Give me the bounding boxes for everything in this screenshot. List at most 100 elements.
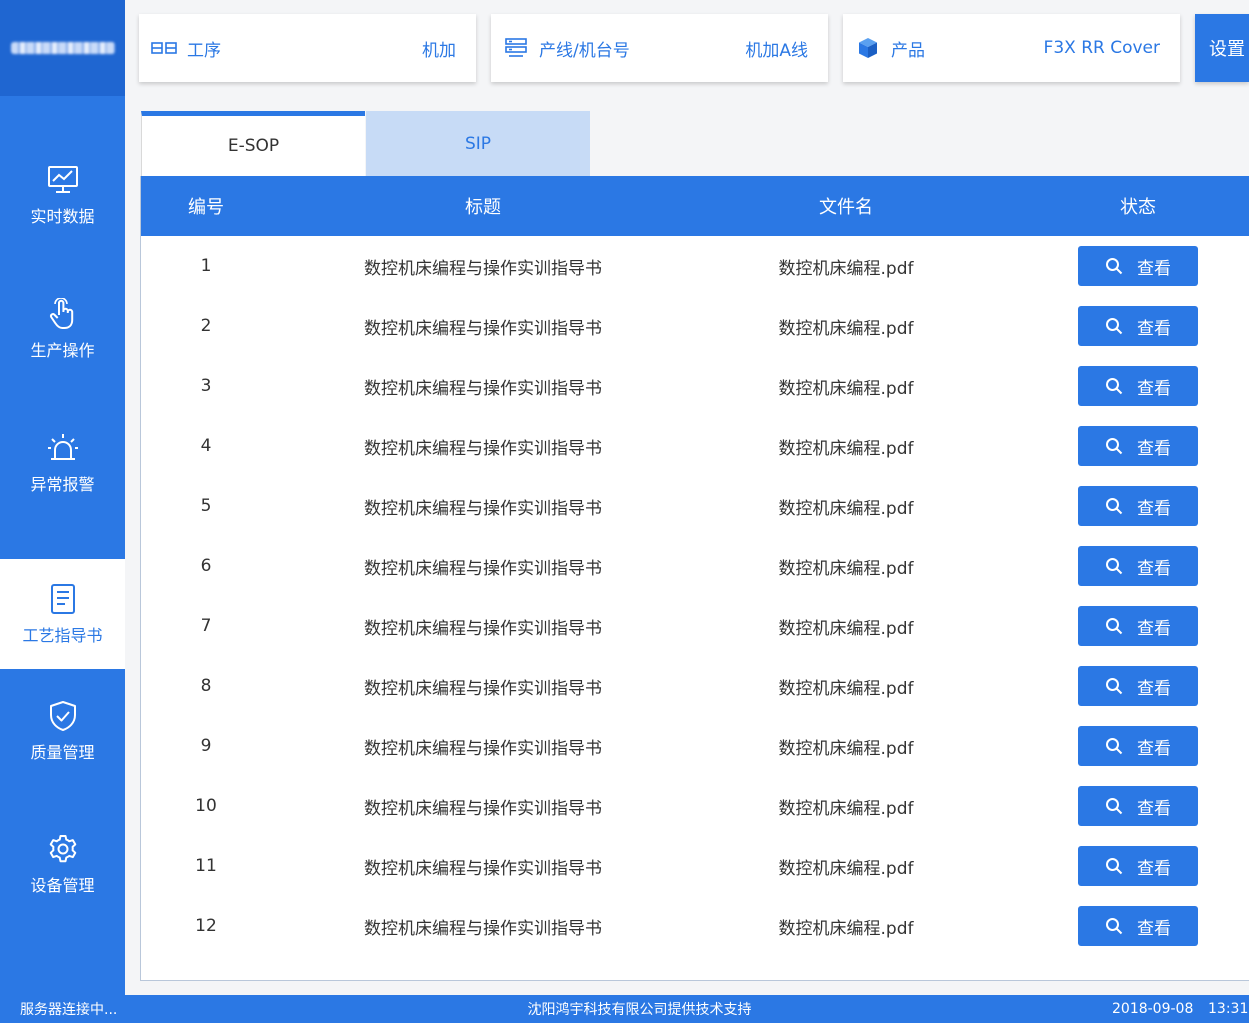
- sidebar-item-equipment[interactable]: 设备管理: [0, 809, 125, 919]
- company-logo: [0, 0, 125, 96]
- row-filename: 数控机床编程.pdf: [778, 438, 914, 459]
- search-icon: [1105, 257, 1123, 275]
- view-button[interactable]: 查看: [1078, 726, 1198, 766]
- row-title: 数控机床编程与操作实训指导书: [364, 618, 602, 639]
- column-header-number: 编号: [188, 197, 224, 218]
- settings-button[interactable]: 设置: [1195, 14, 1249, 82]
- product-card: 产品 F3X RR Cover: [843, 14, 1180, 82]
- table-row: 8 数控机床编程与操作实训指导书 数控机床编程.pdf 查看: [141, 656, 1249, 716]
- view-button[interactable]: 查看: [1078, 366, 1198, 406]
- row-title: 数控机床编程与操作实训指导书: [364, 678, 602, 699]
- search-icon: [1105, 617, 1123, 635]
- row-title: 数控机床编程与操作实训指导书: [364, 438, 602, 459]
- table-row: 9 数控机床编程与操作实训指导书 数控机床编程.pdf 查看: [141, 716, 1249, 776]
- row-status: 查看: [1078, 836, 1198, 896]
- row-filename: 数控机床编程.pdf: [778, 378, 914, 399]
- status-time: 13:31:: [1208, 1001, 1249, 1017]
- row-filename: 数控机床编程.pdf: [778, 738, 914, 759]
- view-button-label: 查看: [1137, 318, 1171, 339]
- sidebar-item-label: 异常报警: [30, 475, 95, 494]
- view-button-label: 查看: [1137, 738, 1171, 759]
- server-icon: [503, 35, 529, 61]
- product-label: 产品: [891, 40, 925, 61]
- row-number: 9: [200, 736, 212, 756]
- sidebar: 实时数据 生产操作 异常报警 工艺指导书 质量管理 设备管理: [0, 0, 125, 995]
- row-title: 数控机床编程与操作实训指导书: [364, 798, 602, 819]
- table-row: 7 数控机床编程与操作实训指导书 数控机床编程.pdf 查看: [141, 596, 1249, 656]
- sidebar-item-production-operation[interactable]: 生产操作: [0, 274, 125, 384]
- view-button[interactable]: 查看: [1078, 306, 1198, 346]
- table-row: 12 数控机床编程与操作实训指导书 数控机床编程.pdf 查看: [141, 896, 1249, 956]
- logo-mark: [10, 42, 115, 54]
- row-status: 查看: [1078, 416, 1198, 476]
- view-button-label: 查看: [1137, 438, 1171, 459]
- view-button[interactable]: 查看: [1078, 666, 1198, 706]
- row-status: 查看: [1078, 656, 1198, 716]
- search-icon: [1105, 437, 1123, 455]
- row-status: 查看: [1078, 896, 1198, 956]
- search-icon: [1105, 737, 1123, 755]
- table-row: 3 数控机床编程与操作实训指导书 数控机床编程.pdf 查看: [141, 356, 1249, 416]
- row-title: 数控机床编程与操作实训指导书: [364, 498, 602, 519]
- row-title: 数控机床编程与操作实训指导书: [364, 318, 602, 339]
- search-icon: [1105, 677, 1123, 695]
- row-number: 11: [195, 856, 217, 876]
- table-row: 6 数控机床编程与操作实训指导书 数控机床编程.pdf 查看: [141, 536, 1249, 596]
- row-title: 数控机床编程与操作实训指导书: [364, 558, 602, 579]
- row-filename: 数控机床编程.pdf: [778, 498, 914, 519]
- row-status: 查看: [1078, 236, 1198, 296]
- view-button[interactable]: 查看: [1078, 546, 1198, 586]
- status-bar: 服务器连接中... 沈阳鸿宇科技有限公司提供技术支持 2018-09-08 13…: [0, 995, 1249, 1023]
- sidebar-item-realtime-data[interactable]: 实时数据: [0, 140, 125, 250]
- process-value: 机加: [422, 40, 456, 61]
- view-button[interactable]: 查看: [1078, 426, 1198, 466]
- row-title: 数控机床编程与操作实训指导书: [364, 378, 602, 399]
- view-button-label: 查看: [1137, 678, 1171, 699]
- row-number: 5: [200, 496, 212, 516]
- search-icon: [1105, 317, 1123, 335]
- sidebar-item-work-instructions[interactable]: 工艺指导书: [0, 559, 125, 669]
- view-button[interactable]: 查看: [1078, 486, 1198, 526]
- sidebar-item-label: 质量管理: [30, 743, 95, 762]
- row-filename: 数控机床编程.pdf: [778, 678, 914, 699]
- row-filename: 数控机床编程.pdf: [778, 318, 914, 339]
- view-button[interactable]: 查看: [1078, 606, 1198, 646]
- shield-check-icon: [46, 699, 80, 733]
- table-row: 5 数控机床编程与操作实训指导书 数控机床编程.pdf 查看: [141, 476, 1249, 536]
- hand-pointer-icon: [46, 297, 80, 331]
- row-status: 查看: [1078, 296, 1198, 356]
- sidebar-item-alarm[interactable]: 异常报警: [0, 408, 125, 518]
- search-icon: [1105, 797, 1123, 815]
- view-button-label: 查看: [1137, 918, 1171, 939]
- row-status: 查看: [1078, 596, 1198, 656]
- line-label: 产线/机台号: [539, 40, 630, 61]
- line-value: 机加A线: [745, 40, 808, 61]
- column-header-filename: 文件名: [819, 197, 873, 218]
- view-button-label: 查看: [1137, 618, 1171, 639]
- row-number: 7: [200, 616, 212, 636]
- column-header-status: 状态: [1120, 197, 1156, 218]
- search-icon: [1105, 377, 1123, 395]
- tab-sip[interactable]: SIP: [366, 111, 590, 176]
- column-header-title: 标题: [465, 197, 501, 218]
- sidebar-item-label: 工艺指导书: [22, 626, 103, 645]
- view-button[interactable]: 查看: [1078, 246, 1198, 286]
- row-number: 2: [200, 316, 212, 336]
- row-filename: 数控机床编程.pdf: [778, 558, 914, 579]
- row-filename: 数控机床编程.pdf: [778, 918, 914, 939]
- tab-esop[interactable]: E-SOP: [141, 111, 365, 176]
- support-text: 沈阳鸿宇科技有限公司提供技术支持: [527, 1002, 752, 1018]
- view-button[interactable]: 查看: [1078, 786, 1198, 826]
- search-icon: [1105, 857, 1123, 875]
- sidebar-item-quality[interactable]: 质量管理: [0, 676, 125, 786]
- view-button[interactable]: 查看: [1078, 906, 1198, 946]
- gear-icon: [46, 832, 80, 866]
- view-button[interactable]: 查看: [1078, 846, 1198, 886]
- cube-icon: [855, 35, 881, 61]
- sidebar-item-label: 生产操作: [30, 341, 95, 360]
- process-label: 工序: [187, 40, 221, 61]
- status-date: 2018-09-08: [1112, 1001, 1194, 1017]
- sop-table: 编号 标题 文件名 状态 1 数控机床编程与操作实训指导书 数控机床编程.pdf…: [140, 176, 1249, 981]
- row-number: 10: [195, 796, 217, 816]
- view-button-label: 查看: [1137, 498, 1171, 519]
